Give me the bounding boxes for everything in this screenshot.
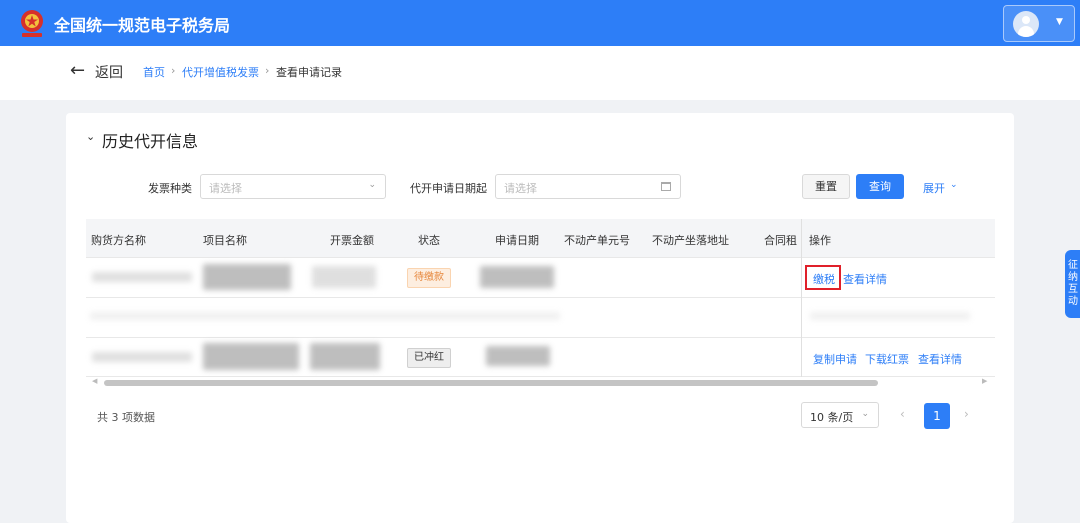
- redacted-item-name: [203, 264, 291, 290]
- status-badge: 待缴款: [407, 268, 451, 288]
- apply-date-start-picker[interactable]: 请选择: [495, 174, 681, 199]
- tax-emblem-icon: [21, 10, 43, 37]
- download-red-invoice-link[interactable]: 下载红票: [865, 351, 909, 367]
- view-details-link[interactable]: 查看详情: [843, 271, 887, 287]
- section-title: 历史代开信息: [102, 132, 199, 151]
- redacted-buyer-name: [92, 352, 192, 362]
- page-size-value: 10 条/页: [810, 411, 854, 424]
- back-button[interactable]: 返回: [95, 62, 123, 82]
- column-header-property-address: 不动产坐落地址: [652, 234, 729, 247]
- chevron-down-icon: ⌄: [368, 180, 376, 190]
- side-interaction-tab[interactable]: 征纳互动: [1065, 250, 1080, 318]
- breadcrumb-separator-icon: ›: [171, 64, 176, 77]
- redacted-amount: [312, 266, 376, 288]
- column-header-operations: 操作: [809, 234, 831, 247]
- breadcrumb-current: 查看申请记录: [276, 66, 342, 79]
- app-title: 全国统一规范电子税务局: [54, 16, 231, 35]
- chevron-down-icon: ⌄: [861, 409, 869, 419]
- calendar-icon: [661, 182, 671, 191]
- column-header-item-name: 项目名称: [203, 234, 247, 247]
- redacted-apply-date: [486, 346, 550, 366]
- column-header-apply-date: 申请日期: [495, 234, 539, 247]
- total-count: 共 3 项数据: [97, 411, 155, 424]
- column-header-status: 状态: [418, 234, 440, 247]
- breadcrumb-issue-vat-invoice[interactable]: 代开增值税发票: [182, 64, 259, 80]
- query-button[interactable]: 查询: [856, 174, 904, 199]
- side-tab-label: 征纳互动: [1068, 260, 1078, 307]
- invoice-type-placeholder: 请选择: [209, 182, 242, 195]
- redacted-buyer-name: [92, 272, 192, 282]
- highlight-box: [805, 265, 841, 290]
- page-number-current[interactable]: 1: [924, 403, 950, 429]
- page-size-select[interactable]: 10 条/页 ⌄: [801, 402, 879, 428]
- redacted-item-name: [203, 343, 299, 370]
- redacted-apply-date: [480, 266, 554, 288]
- user-avatar-icon: [1013, 11, 1039, 37]
- row-divider: [86, 337, 995, 338]
- breadcrumb-separator-icon: ›: [265, 64, 270, 77]
- status-badge: 已冲红: [407, 348, 451, 368]
- column-header-buyer-name: 购货方名称: [91, 234, 146, 247]
- reset-button[interactable]: 重置: [802, 174, 850, 199]
- nav-bar: ← 返回 首页 › 代开增值税发票 › 查看申请记录: [0, 46, 1080, 100]
- apply-date-placeholder: 请选择: [504, 182, 537, 195]
- back-arrow-icon[interactable]: ←: [70, 60, 85, 81]
- collapse-chevron-icon[interactable]: ⌄: [86, 130, 95, 143]
- expand-filters-button[interactable]: 展开: [923, 180, 945, 196]
- invoice-type-select[interactable]: 请选择 ⌄: [200, 174, 386, 199]
- horizontal-scrollbar[interactable]: [104, 380, 878, 386]
- row-divider: [86, 297, 995, 298]
- invoice-type-label: 发票种类: [148, 182, 192, 195]
- caret-down-icon: ▼: [1056, 17, 1063, 27]
- top-bar: 全国统一规范电子税务局 ▼: [0, 0, 1080, 46]
- column-header-property-unit-no: 不动产单元号: [564, 234, 630, 247]
- column-header-invoice-amount: 开票金额: [330, 234, 374, 247]
- copy-application-link[interactable]: 复制申请: [813, 351, 857, 367]
- redacted-row-operations: [810, 312, 970, 320]
- breadcrumb-home[interactable]: 首页: [143, 64, 165, 80]
- redacted-amount: [310, 343, 380, 370]
- column-header-contract-rent: 合同租: [764, 234, 797, 247]
- apply-date-start-label: 代开申请日期起: [410, 182, 487, 195]
- row-divider: [86, 376, 995, 377]
- prev-page-icon[interactable]: ‹: [900, 407, 905, 421]
- redacted-row-content: [90, 312, 560, 320]
- scroll-right-icon[interactable]: ▶: [982, 377, 987, 385]
- view-details-link[interactable]: 查看详情: [918, 351, 962, 367]
- user-menu[interactable]: ▼: [1003, 5, 1075, 42]
- scroll-left-icon[interactable]: ◀: [92, 377, 97, 385]
- fixed-column-divider: [801, 219, 802, 377]
- next-page-icon[interactable]: ›: [964, 407, 969, 421]
- chevron-down-icon: ⌄: [950, 180, 958, 190]
